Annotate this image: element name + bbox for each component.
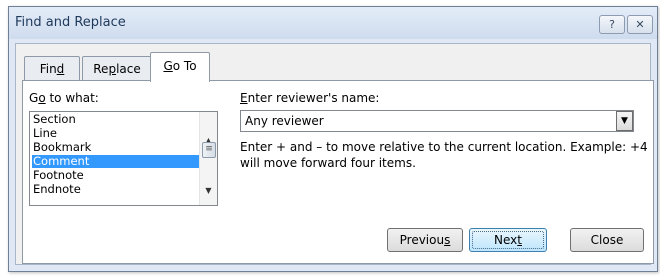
title-bar: Find and Replace ? ✕	[9, 7, 657, 39]
tab-find-label: Find	[39, 62, 65, 76]
relative-move-hint: Enter + and – to move relative to the cu…	[240, 140, 648, 170]
go-to-what-label: Go to what:	[29, 91, 99, 105]
next-button[interactable]: Next	[469, 228, 547, 252]
reviewer-combobox[interactable]: Any reviewer ▼	[240, 110, 634, 132]
close-icon: ✕	[635, 18, 645, 31]
go-to-what-listbox[interactable]: Section Line Bookmark Comment Footnote E…	[29, 111, 218, 206]
tab-find[interactable]: Find	[24, 56, 80, 81]
tab-replace[interactable]: Replace	[82, 56, 152, 81]
chevron-down-icon: ▼	[621, 116, 628, 126]
scroll-thumb[interactable]: ≡	[202, 142, 216, 158]
list-item-footnote[interactable]: Footnote	[32, 169, 199, 182]
list-item-endnote[interactable]: Endnote	[32, 183, 199, 196]
list-item-comment[interactable]: Comment	[32, 155, 199, 168]
help-button[interactable]: ?	[599, 15, 625, 34]
previous-button[interactable]: Previous	[387, 228, 463, 252]
thumb-grip-icon: ≡	[205, 144, 213, 154]
close-window-button[interactable]: ✕	[627, 15, 653, 34]
list-item-line[interactable]: Line	[32, 127, 199, 140]
dropdown-button[interactable]: ▼	[616, 111, 633, 131]
listbox-scrollbar[interactable]: ▲ ≡ ▼	[199, 112, 217, 205]
find-replace-dialog: Find and Replace ? ✕ Find Replace Go To …	[8, 6, 658, 272]
window-title: Find and Replace	[15, 15, 126, 30]
tab-go-to[interactable]: Go To	[150, 52, 210, 82]
go-to-panel: Go to what: Section Line Bookmark Commen…	[22, 80, 654, 264]
tab-replace-label: Replace	[93, 62, 141, 76]
reviewer-name-label: Enter reviewer's name:	[240, 91, 380, 105]
reviewer-value: Any reviewer	[245, 114, 324, 128]
list-item-section[interactable]: Section	[32, 113, 199, 126]
list-item-bookmark[interactable]: Bookmark	[32, 141, 199, 154]
focus-ring	[472, 231, 544, 249]
previous-button-label: Previous	[399, 233, 451, 247]
dialog-body: Find Replace Go To Go to what: Section L…	[15, 43, 654, 265]
scroll-down-icon[interactable]: ▼	[200, 182, 217, 199]
tab-go-to-label: Go To	[163, 59, 197, 73]
help-icon: ?	[609, 18, 615, 31]
close-button[interactable]: Close	[570, 228, 644, 252]
